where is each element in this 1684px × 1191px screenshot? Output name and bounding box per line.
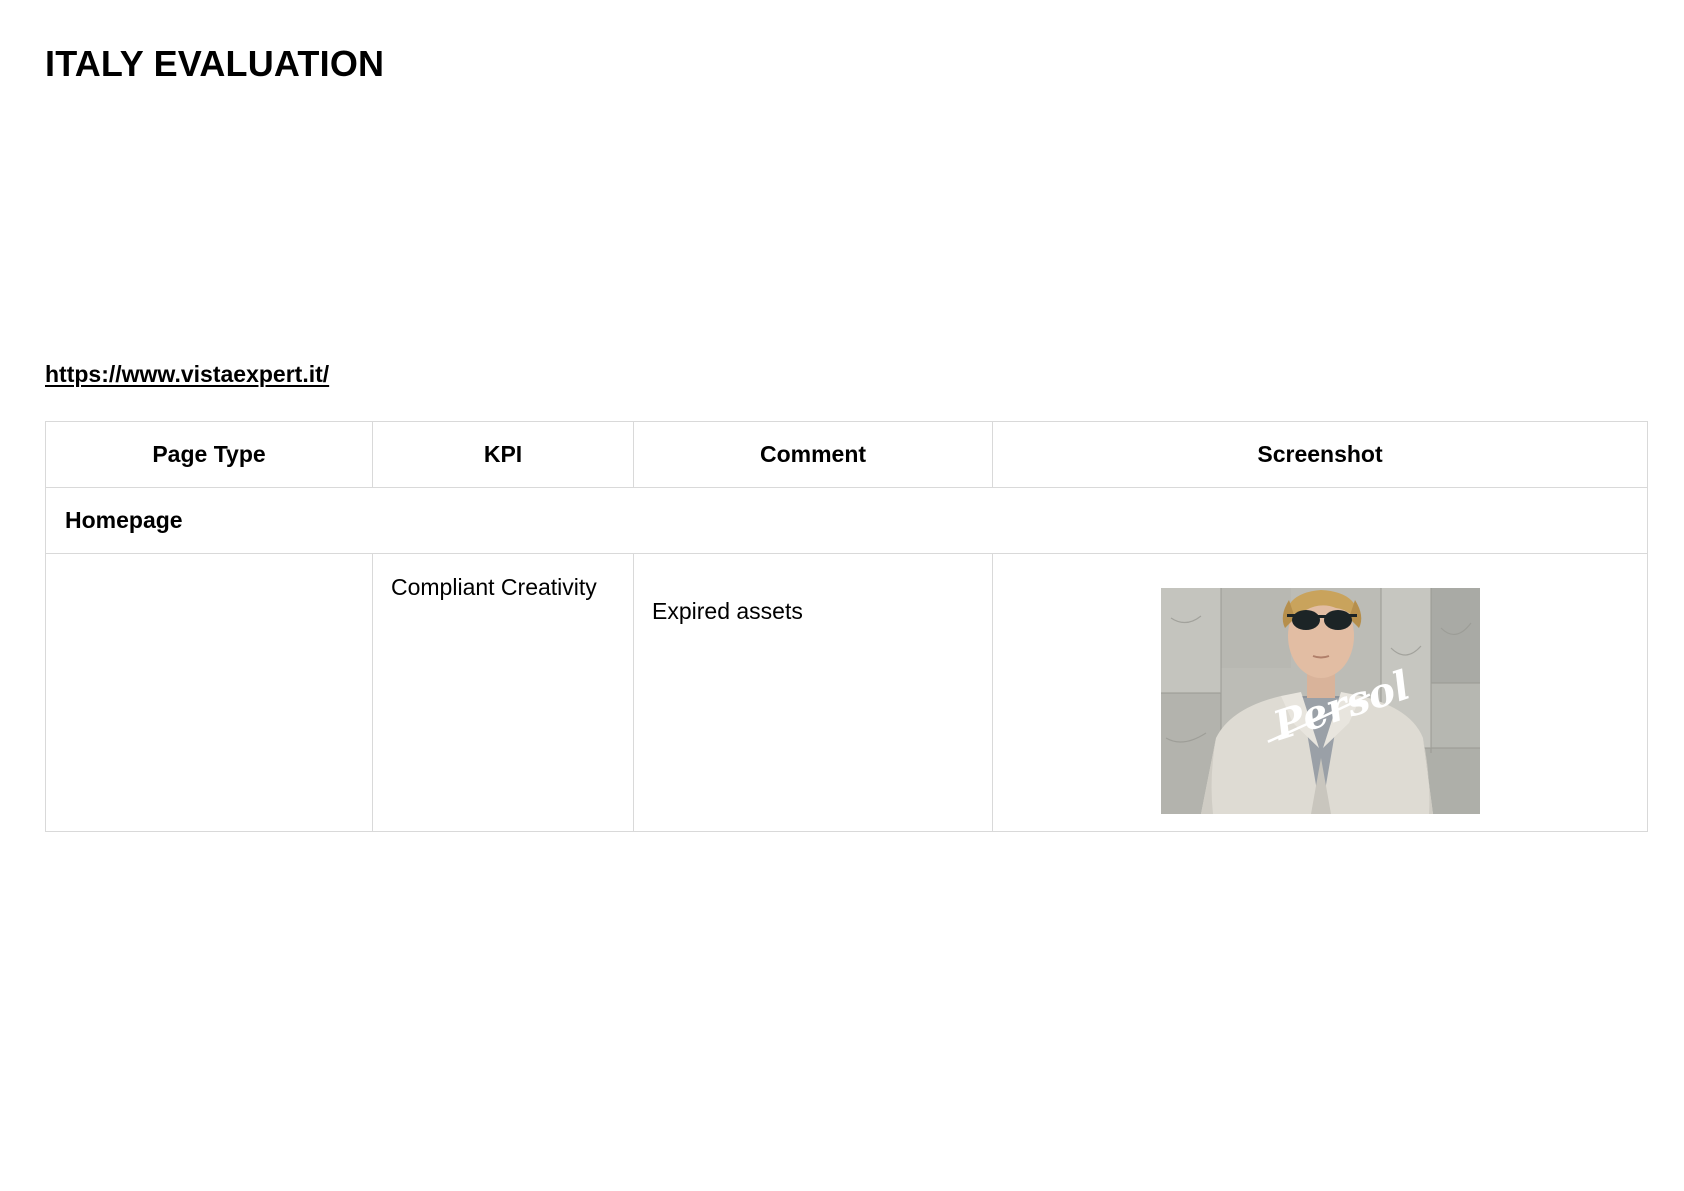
cell-comment: Expired assets [633, 553, 993, 832]
persol-campaign-image: Persol [1160, 588, 1480, 814]
header-screenshot: Screenshot [992, 421, 1648, 488]
header-kpi: KPI [372, 421, 634, 488]
evaluation-table: Page Type KPI Comment Screenshot Homepag… [45, 421, 1648, 832]
comment-text: Expired assets [652, 598, 803, 624]
header-page-type: Page Type [45, 421, 373, 488]
table-header-row: Page Type KPI Comment Screenshot [45, 421, 1648, 488]
kpi-text: Compliant Creativity [391, 574, 597, 600]
section-title-homepage: Homepage [45, 487, 1648, 554]
section-row: Homepage [45, 487, 1648, 554]
cell-page-type [45, 553, 373, 832]
cell-screenshot: Persol [992, 553, 1648, 832]
table-row: Compliant Creativity Expired assets Pers… [45, 553, 1648, 832]
header-comment: Comment [633, 421, 993, 488]
page-title: ITALY EVALUATION [45, 43, 385, 84]
cell-kpi: Compliant Creativity [372, 553, 634, 832]
site-url-link[interactable]: https://www.vistaexpert.it/ [45, 361, 329, 388]
